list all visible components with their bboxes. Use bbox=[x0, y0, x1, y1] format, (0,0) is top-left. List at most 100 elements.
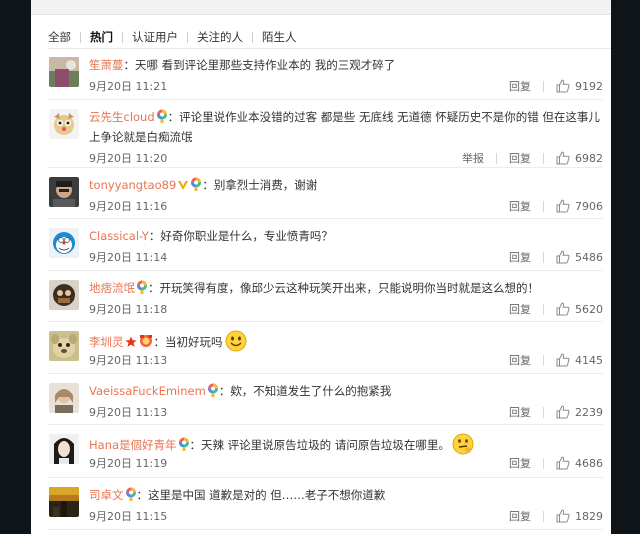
reply-button[interactable]: 回复 bbox=[509, 404, 531, 420]
red-medal-icon bbox=[138, 334, 154, 353]
filter-all[interactable]: 全部 bbox=[48, 29, 71, 45]
like-count: 4145 bbox=[575, 353, 603, 367]
comment-meta: 9月20日 11:13 回复 2239 bbox=[89, 404, 603, 420]
comment-separator: ： bbox=[218, 384, 231, 398]
comment-actions: 回复 7906 bbox=[509, 198, 603, 214]
user-avatar[interactable] bbox=[49, 57, 79, 87]
action-divider bbox=[543, 354, 544, 366]
comment-username[interactable]: Hana是個好青年 bbox=[89, 438, 177, 452]
like-button[interactable]: 7906 bbox=[556, 199, 603, 213]
like-button[interactable]: 5486 bbox=[556, 250, 603, 264]
reply-button[interactable]: 回复 bbox=[509, 455, 531, 471]
filter-hot[interactable]: 热门 bbox=[90, 29, 113, 45]
thumbs-up-icon bbox=[556, 353, 575, 367]
user-avatar[interactable] bbox=[49, 177, 79, 207]
action-divider bbox=[543, 303, 544, 315]
comment-username[interactable]: 笙萧蔓 bbox=[89, 58, 124, 72]
reply-button[interactable]: 回复 bbox=[509, 301, 531, 317]
vip-v-badge-icon bbox=[177, 178, 189, 196]
user-avatar[interactable] bbox=[49, 331, 79, 361]
like-button[interactable]: 2239 bbox=[556, 405, 603, 419]
user-avatar[interactable] bbox=[49, 383, 79, 413]
comment-item: Hana是個好青年 ：天辣 评论里说原告垃圾的 请问原告垃圾在哪里。 9月20日 1… bbox=[48, 425, 603, 478]
comment-username[interactable]: VaeissaFuckEminem bbox=[89, 384, 206, 398]
like-button[interactable]: 4145 bbox=[556, 353, 603, 367]
filter-divider bbox=[80, 31, 81, 43]
action-divider bbox=[543, 406, 544, 418]
thumbs-up-icon bbox=[556, 151, 575, 165]
thumbs-up-icon bbox=[556, 250, 575, 264]
filter-verified[interactable]: 认证用户 bbox=[132, 29, 178, 45]
comment-meta: 9月20日 11:21 回复 9192 bbox=[89, 78, 603, 94]
comment-filter-bar: 全部 热门 认证用户 关注的人 陌生人 bbox=[48, 28, 297, 46]
comment-timestamp: 9月20日 11:14 bbox=[89, 251, 168, 264]
user-avatar[interactable] bbox=[49, 434, 79, 464]
comment-panel: 全部 热门 认证用户 关注的人 陌生人 笙萧蔓：天哪 看到评论里那些支持作业本的… bbox=[31, 0, 611, 534]
like-button[interactable]: 4686 bbox=[556, 456, 603, 470]
comment-content: Classical-Y：好奇你职业是什么，专业愤青吗？ bbox=[89, 227, 601, 245]
report-button[interactable]: 举报 bbox=[462, 150, 484, 166]
like-button[interactable]: 5620 bbox=[556, 302, 603, 316]
comment-text: 好奇你职业是什么，专业愤青吗？ bbox=[160, 229, 333, 243]
rainbow-badge-icon bbox=[178, 437, 190, 456]
comment-separator: ： bbox=[136, 488, 149, 502]
comment-meta: 9月20日 11:18 回复 5620 bbox=[89, 301, 603, 317]
filter-following[interactable]: 关注的人 bbox=[197, 29, 243, 45]
comment-timestamp: 9月20日 11:13 bbox=[89, 354, 168, 367]
filter-divider bbox=[122, 31, 123, 43]
comment-username[interactable]: tonyyangtao89 bbox=[89, 178, 176, 192]
comment-text: 天辣 评论里说原告垃圾的 请问原告垃圾在哪里。 bbox=[201, 438, 450, 452]
comment-username[interactable]: Classical-Y bbox=[89, 229, 149, 243]
comment-content: tonyyangtao89 ：别拿烈士消费，谢谢 bbox=[89, 176, 601, 196]
rainbow-badge-icon bbox=[156, 109, 168, 128]
comment-actions: 回复 1829 bbox=[509, 508, 603, 524]
like-button[interactable]: 9192 bbox=[556, 79, 603, 93]
comment-username[interactable]: 云先生cloud bbox=[89, 110, 155, 124]
comment-item: tonyyangtao89 ：别拿烈士消费，谢谢 9月20日 11:16 回复 7906 bbox=[48, 168, 603, 219]
comment-timestamp: 9月20日 11:19 bbox=[89, 457, 168, 470]
comment-timestamp: 9月20日 11:18 bbox=[89, 303, 168, 316]
rainbow-badge-icon bbox=[136, 280, 148, 299]
rainbow-badge-icon bbox=[125, 487, 137, 506]
reply-button[interactable]: 回复 bbox=[509, 198, 531, 214]
comment-item: 司卓文 ：这里是中国 道歉是对的 但……老子不想你道歉 9月20日 11:15 回复 1… bbox=[48, 478, 603, 530]
comment-item: 云先生cloud ：评论里说作业本没错的过客 都是些 无底线 无道德 怀疑历史不是… bbox=[48, 100, 603, 168]
like-button[interactable]: 1829 bbox=[556, 509, 603, 523]
user-avatar[interactable] bbox=[49, 228, 79, 258]
comment-text: 欸，不知道发生了什么的抱紧我 bbox=[230, 384, 392, 398]
thumbs-up-icon bbox=[556, 199, 575, 213]
comment-actions: 回复 4686 bbox=[509, 455, 603, 471]
reply-button[interactable]: 回复 bbox=[509, 508, 531, 524]
filter-strangers[interactable]: 陌生人 bbox=[262, 29, 297, 45]
comment-text: 这里是中国 道歉是对的 但……老子不想你道歉 bbox=[148, 488, 386, 502]
comment-content: VaeissaFuckEminem ：欸，不知道发生了什么的抱紧我 bbox=[89, 382, 601, 402]
comment-username[interactable]: 司卓文 bbox=[89, 488, 124, 502]
comment-username[interactable]: 地痞流氓 bbox=[89, 281, 135, 295]
reply-button[interactable]: 回复 bbox=[509, 78, 531, 94]
like-count: 5620 bbox=[575, 302, 603, 316]
like-count: 9192 bbox=[575, 79, 603, 93]
comment-separator: ： bbox=[123, 58, 136, 72]
user-avatar[interactable] bbox=[49, 487, 79, 517]
thumbs-up-icon bbox=[556, 509, 575, 523]
reply-button[interactable]: 回复 bbox=[509, 150, 531, 166]
comment-separator: ： bbox=[148, 229, 161, 243]
like-count: 6982 bbox=[575, 151, 603, 165]
reply-button[interactable]: 回复 bbox=[509, 249, 531, 265]
comment-username[interactable]: 李圳灵 bbox=[89, 335, 124, 349]
comment-actions: 回复 9192 bbox=[509, 78, 603, 94]
reply-button[interactable]: 回复 bbox=[509, 352, 531, 368]
like-button[interactable]: 6982 bbox=[556, 151, 603, 165]
user-avatar[interactable] bbox=[49, 280, 79, 310]
user-avatar[interactable] bbox=[49, 109, 79, 139]
thumbs-up-icon bbox=[556, 405, 575, 419]
comment-timestamp: 9月20日 11:16 bbox=[89, 200, 168, 213]
comment-meta: 9月20日 11:13 回复 4145 bbox=[89, 352, 603, 368]
action-divider bbox=[543, 251, 544, 263]
filter-divider bbox=[187, 31, 188, 43]
panel-top-strip bbox=[31, 0, 611, 15]
filter-divider bbox=[252, 31, 253, 43]
comment-list: 笙萧蔓：天哪 看到评论里那些支持作业本的 我的三观才碎了 9月20日 11:21 回… bbox=[48, 48, 603, 530]
like-count: 4686 bbox=[575, 456, 603, 470]
comment-content: 司卓文 ：这里是中国 道歉是对的 但……老子不想你道歉 bbox=[89, 486, 601, 506]
